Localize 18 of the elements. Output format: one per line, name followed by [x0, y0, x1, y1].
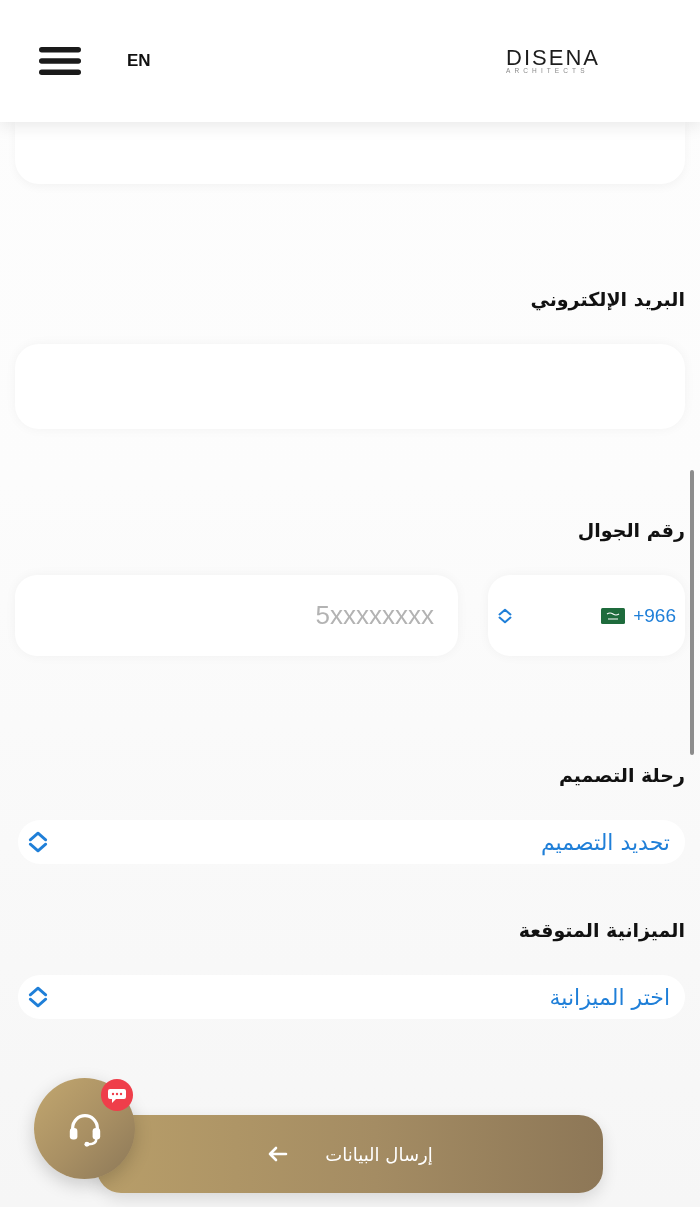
phone-input-field[interactable]: 5xxxxxxxx	[15, 575, 458, 656]
field-label: رقم الجوال	[577, 518, 685, 544]
updown-chevron-icon	[28, 986, 48, 1008]
country-code-select[interactable]: +966	[488, 575, 685, 656]
arrow-left-icon	[267, 1146, 290, 1162]
field-label: رحلة التصميم	[558, 763, 685, 789]
dropdown-select[interactable]: تحديد التصميم	[18, 820, 685, 864]
menu-icon	[39, 47, 81, 75]
updown-chevron-icon	[28, 831, 48, 853]
submit-button[interactable]: إرسال البيانات	[97, 1115, 603, 1193]
field-label: البريد الإلكتروني	[530, 287, 685, 313]
language-button[interactable]: EN	[127, 51, 151, 71]
menu-button[interactable]	[39, 47, 81, 75]
updown-chevron-icon	[498, 606, 512, 625]
flag-icon	[601, 607, 626, 624]
dropdown-select[interactable]: اختر الميزانية	[18, 975, 685, 1019]
field-label: الميزانية المتوقعة	[518, 918, 685, 944]
logo-wordmark: DISENA	[506, 47, 600, 67]
